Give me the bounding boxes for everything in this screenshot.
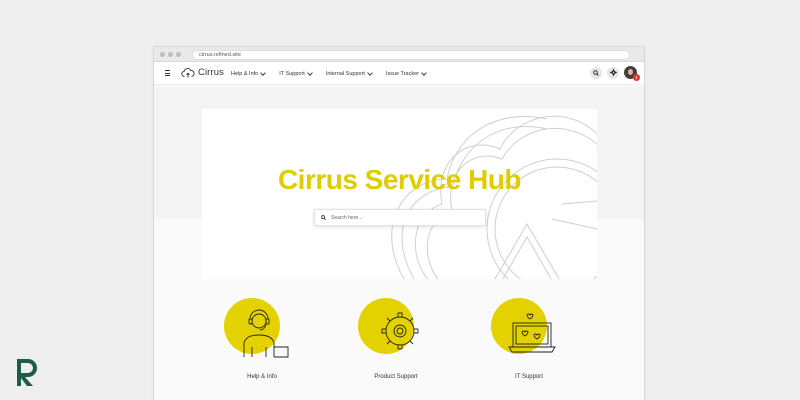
notification-badge: 1 [633,74,640,81]
avatar-face [628,69,633,75]
support-agent-icon [224,298,289,358]
top-navigation: Cirrus Help & Info IT Support Internal S… [154,62,644,85]
browser-window: cirrus.refined.site Cirrus Help & Info I… [153,46,645,400]
menu-item-label: Internal Support [325,70,365,77]
cloud-icon [181,68,195,78]
avatar[interactable]: 1 [624,66,640,81]
search-box[interactable] [314,209,486,226]
search-icon [593,69,599,76]
menu-item-label: Issue Tracker [385,70,419,77]
main-menu: Help & Info IT Support Internal Support … [231,62,427,85]
brand-name: Cirrus [198,67,224,78]
brand-logo[interactable]: Cirrus [181,67,224,78]
card-label: Product Support [374,374,418,380]
browser-chrome: cirrus.refined.site [154,47,644,62]
card-product-support[interactable]: Product Support [341,295,451,380]
window-controls [160,52,181,57]
menu-item-label: Help & Info [231,70,259,77]
refined-logo-icon [17,359,37,386]
laptop-icon [491,298,556,354]
hamburger-menu-icon[interactable] [165,70,170,76]
menu-item-help-info[interactable]: Help & Info [231,69,267,77]
hero-banner: Cirrus Service Hub [202,109,597,279]
card-help-info[interactable]: Help & Info [207,295,317,380]
page-title: Cirrus Service Hub [277,164,522,195]
gear-icon [609,69,617,76]
menu-item-label: IT Support [279,70,305,77]
chevron-down-icon [260,69,267,76]
settings-button[interactable] [607,66,619,79]
search-button[interactable] [590,66,602,79]
address-bar[interactable]: cirrus.refined.site [192,50,630,60]
close-dot[interactable] [160,52,165,57]
search-input[interactable] [331,214,481,221]
menu-item-it-support[interactable]: IT Support [279,69,313,77]
chevron-down-icon [306,69,313,76]
gear-icon [358,298,419,354]
maximize-dot[interactable] [176,52,181,57]
minimize-dot[interactable] [168,52,173,57]
chevron-down-icon [421,69,427,76]
search-icon [321,215,326,220]
header-actions: 1 [590,66,640,81]
card-label: IT Support [515,374,543,380]
menu-item-internal-support[interactable]: Internal Support [325,69,373,77]
chevron-down-icon [367,69,373,76]
card-it-support[interactable]: IT Support [474,295,584,380]
card-label: Help & Info [247,374,277,380]
menu-item-issue-tracker[interactable]: Issue Tracker [385,69,427,77]
